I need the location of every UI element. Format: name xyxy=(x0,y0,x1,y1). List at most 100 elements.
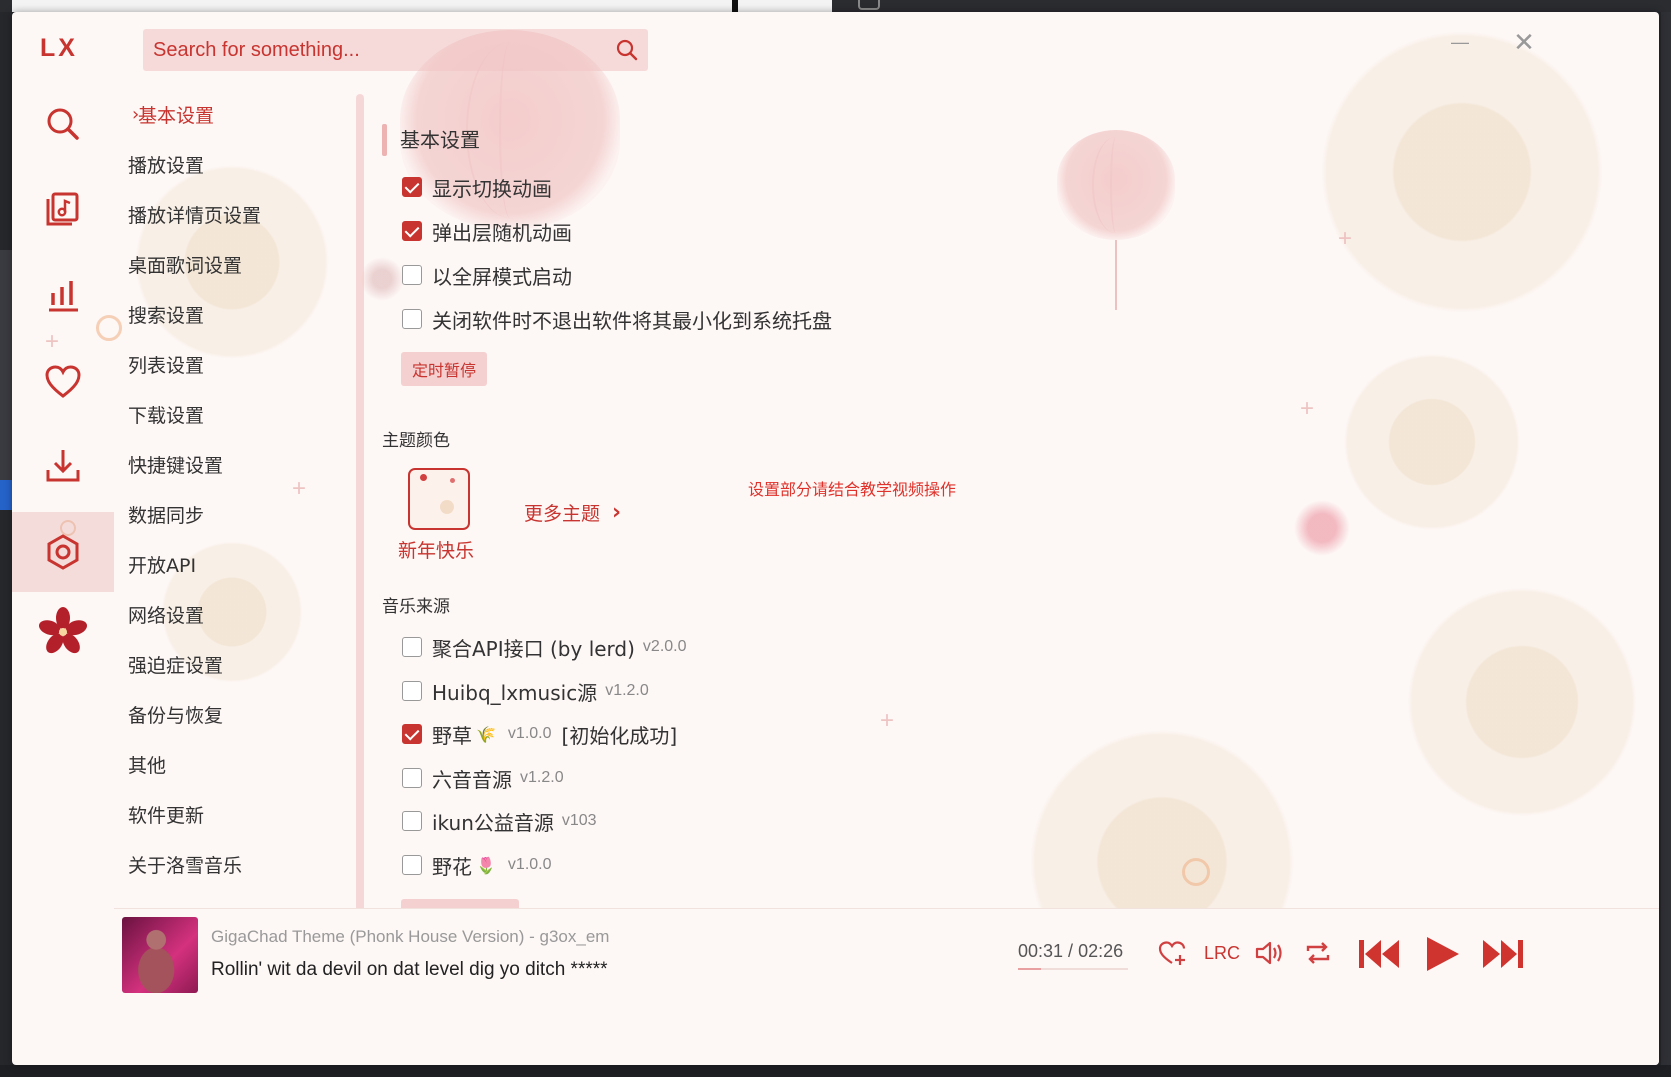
checkbox[interactable] xyxy=(402,724,422,744)
source-name: 六音音源 xyxy=(432,767,512,792)
background-window-edge xyxy=(12,0,832,12)
progress-fill xyxy=(1018,968,1042,970)
desktop-left-highlight xyxy=(0,480,12,510)
source-item[interactable]: 野花 🌷 v1.0.0 xyxy=(402,848,552,882)
nav-item-other[interactable]: 其他 xyxy=(128,747,166,781)
option-label: 以全屏模式启动 xyxy=(432,264,572,289)
nav-item-hotkey[interactable]: 快捷键设置 xyxy=(128,447,223,481)
rail-favorites-button[interactable] xyxy=(12,342,114,422)
minimize-button[interactable]: — xyxy=(1444,26,1476,58)
source-name: ikun公益音源 xyxy=(432,810,554,835)
source-item[interactable]: 六音音源 v1.2.0 xyxy=(402,761,564,795)
checkbox[interactable] xyxy=(402,768,422,788)
source-item[interactable]: 野草 🌾 v1.0.0 [初始化成功] xyxy=(402,717,677,751)
chevron-right-icon: › xyxy=(612,500,622,525)
close-button[interactable]: ✕ xyxy=(1508,26,1540,58)
more-themes-label: 更多主题 xyxy=(524,503,601,525)
nav-item-label: 播放详情页设置 xyxy=(128,204,262,227)
download-icon xyxy=(46,450,80,482)
volume-button[interactable] xyxy=(1252,935,1288,971)
nav-item-desktop-lyric[interactable]: 桌面歌词设置 xyxy=(128,247,242,281)
source-version: v1.2.0 xyxy=(605,682,649,699)
source-version: v103 xyxy=(561,812,597,829)
source-item[interactable]: Huibq_lxmusic源 v1.2.0 xyxy=(402,674,649,708)
app-logo: LX xyxy=(40,34,78,62)
next-icon xyxy=(1483,940,1523,968)
nav-item-label: 快捷键设置 xyxy=(128,454,224,477)
option-label: 关闭软件时不退出软件将其最小化到系统托盘 xyxy=(432,308,832,333)
next-button[interactable] xyxy=(1478,933,1528,975)
player-bar: GigaChad Theme (Phonk House Version) - g… xyxy=(114,908,1659,1065)
checkbox[interactable] xyxy=(402,637,422,657)
more-themes-link[interactable]: 更多主题 › xyxy=(524,499,621,526)
checkbox[interactable] xyxy=(402,177,422,197)
rail-search-button[interactable] xyxy=(12,84,114,164)
source-name: 聚合API接口 (by lerd) xyxy=(432,636,635,661)
desktop-left-edge xyxy=(0,250,12,500)
progress-bar[interactable] xyxy=(1018,968,1128,970)
nav-item-label: 备份与恢复 xyxy=(128,704,224,727)
nav-item-play-detail[interactable]: 播放详情页设置 xyxy=(128,197,261,231)
lrc-toggle-button[interactable]: LRC xyxy=(1200,937,1244,969)
theme-thumbnail-dot xyxy=(450,478,455,483)
rail-charts-button[interactable] xyxy=(12,255,114,335)
nav-item-open-api[interactable]: 开放API xyxy=(128,547,196,581)
checkbox[interactable] xyxy=(402,221,422,241)
comment-heart-icon xyxy=(1158,941,1186,965)
source-version: v1.0.0 xyxy=(507,856,552,873)
tulip-icon: 🌷 xyxy=(476,855,496,875)
rail-settings-button[interactable] xyxy=(12,512,114,592)
nav-scrollbar[interactable] xyxy=(356,94,364,984)
checkbox[interactable] xyxy=(402,265,422,285)
nav-item-label: 数据同步 xyxy=(128,504,205,527)
timer-pause-button[interactable]: 定时暂停 xyxy=(401,352,488,386)
nav-item-network[interactable]: 网络设置 xyxy=(128,597,204,631)
nav-item-label: 开放API xyxy=(128,554,197,577)
settings-hex-icon xyxy=(47,534,79,570)
app-window: + + + + + LX Search for something... — ✕… xyxy=(12,12,1659,1065)
search-icon xyxy=(47,108,79,140)
section-marker xyxy=(382,124,387,156)
rail-theme-flower xyxy=(12,592,114,672)
nav-item-search[interactable]: 搜索设置 xyxy=(128,297,204,331)
checkbox[interactable] xyxy=(402,681,422,701)
nav-item-about[interactable]: 关于洛雪音乐 xyxy=(128,847,242,881)
nav-item-label: 软件更新 xyxy=(128,804,205,827)
song-title[interactable]: GigaChad Theme (Phonk House Version) - g… xyxy=(211,927,609,947)
nav-item-playback[interactable]: 播放设置 xyxy=(128,147,204,181)
search-submit-button[interactable] xyxy=(606,29,648,71)
checkbox[interactable] xyxy=(402,309,422,329)
nav-item-update[interactable]: 软件更新 xyxy=(128,797,204,831)
option-switch-animation[interactable]: 显示切换动画 xyxy=(402,170,552,204)
nav-item-backup[interactable]: 备份与恢复 xyxy=(128,697,223,731)
nav-item-sync[interactable]: 数据同步 xyxy=(128,497,204,531)
checkbox[interactable] xyxy=(402,855,422,875)
comment-button[interactable] xyxy=(1154,935,1190,971)
nav-item-basic[interactable]: › 基本设置 xyxy=(132,97,214,131)
source-item[interactable]: ikun公益音源 v103 xyxy=(402,804,597,838)
previous-button[interactable] xyxy=(1354,933,1404,975)
repeat-mode-button[interactable] xyxy=(1300,935,1336,971)
playback-time: 00:31 / 02:26 xyxy=(1018,941,1123,962)
nav-item-ocd[interactable]: 强迫症设置 xyxy=(128,647,223,681)
album-cover[interactable] xyxy=(122,917,198,993)
source-status: [初始化成功] xyxy=(561,723,678,748)
previous-icon xyxy=(1359,940,1399,968)
theme-card-new-year[interactable] xyxy=(408,468,470,530)
nav-item-label: 其他 xyxy=(128,754,167,777)
checkbox[interactable] xyxy=(402,811,422,831)
rail-download-button[interactable] xyxy=(12,426,114,506)
nav-item-list[interactable]: 列表设置 xyxy=(128,347,204,381)
source-name: Huibq_lxmusic源 xyxy=(432,680,598,705)
music-library-icon xyxy=(46,192,79,226)
rail-library-button[interactable] xyxy=(12,169,114,249)
nav-item-download[interactable]: 下载设置 xyxy=(128,397,204,431)
source-item[interactable]: 聚合API接口 (by lerd) v2.0.0 xyxy=(402,630,687,664)
search-input[interactable] xyxy=(143,29,606,71)
theme-thumbnail-dot xyxy=(420,474,427,481)
option-fullscreen-start[interactable]: 以全屏模式启动 xyxy=(402,258,572,292)
option-minimize-to-tray[interactable]: 关闭软件时不退出软件将其最小化到系统托盘 xyxy=(402,302,832,336)
play-button[interactable] xyxy=(1418,931,1464,977)
source-version: v2.0.0 xyxy=(642,638,687,655)
option-random-popup-animation[interactable]: 弹出层随机动画 xyxy=(402,214,572,248)
